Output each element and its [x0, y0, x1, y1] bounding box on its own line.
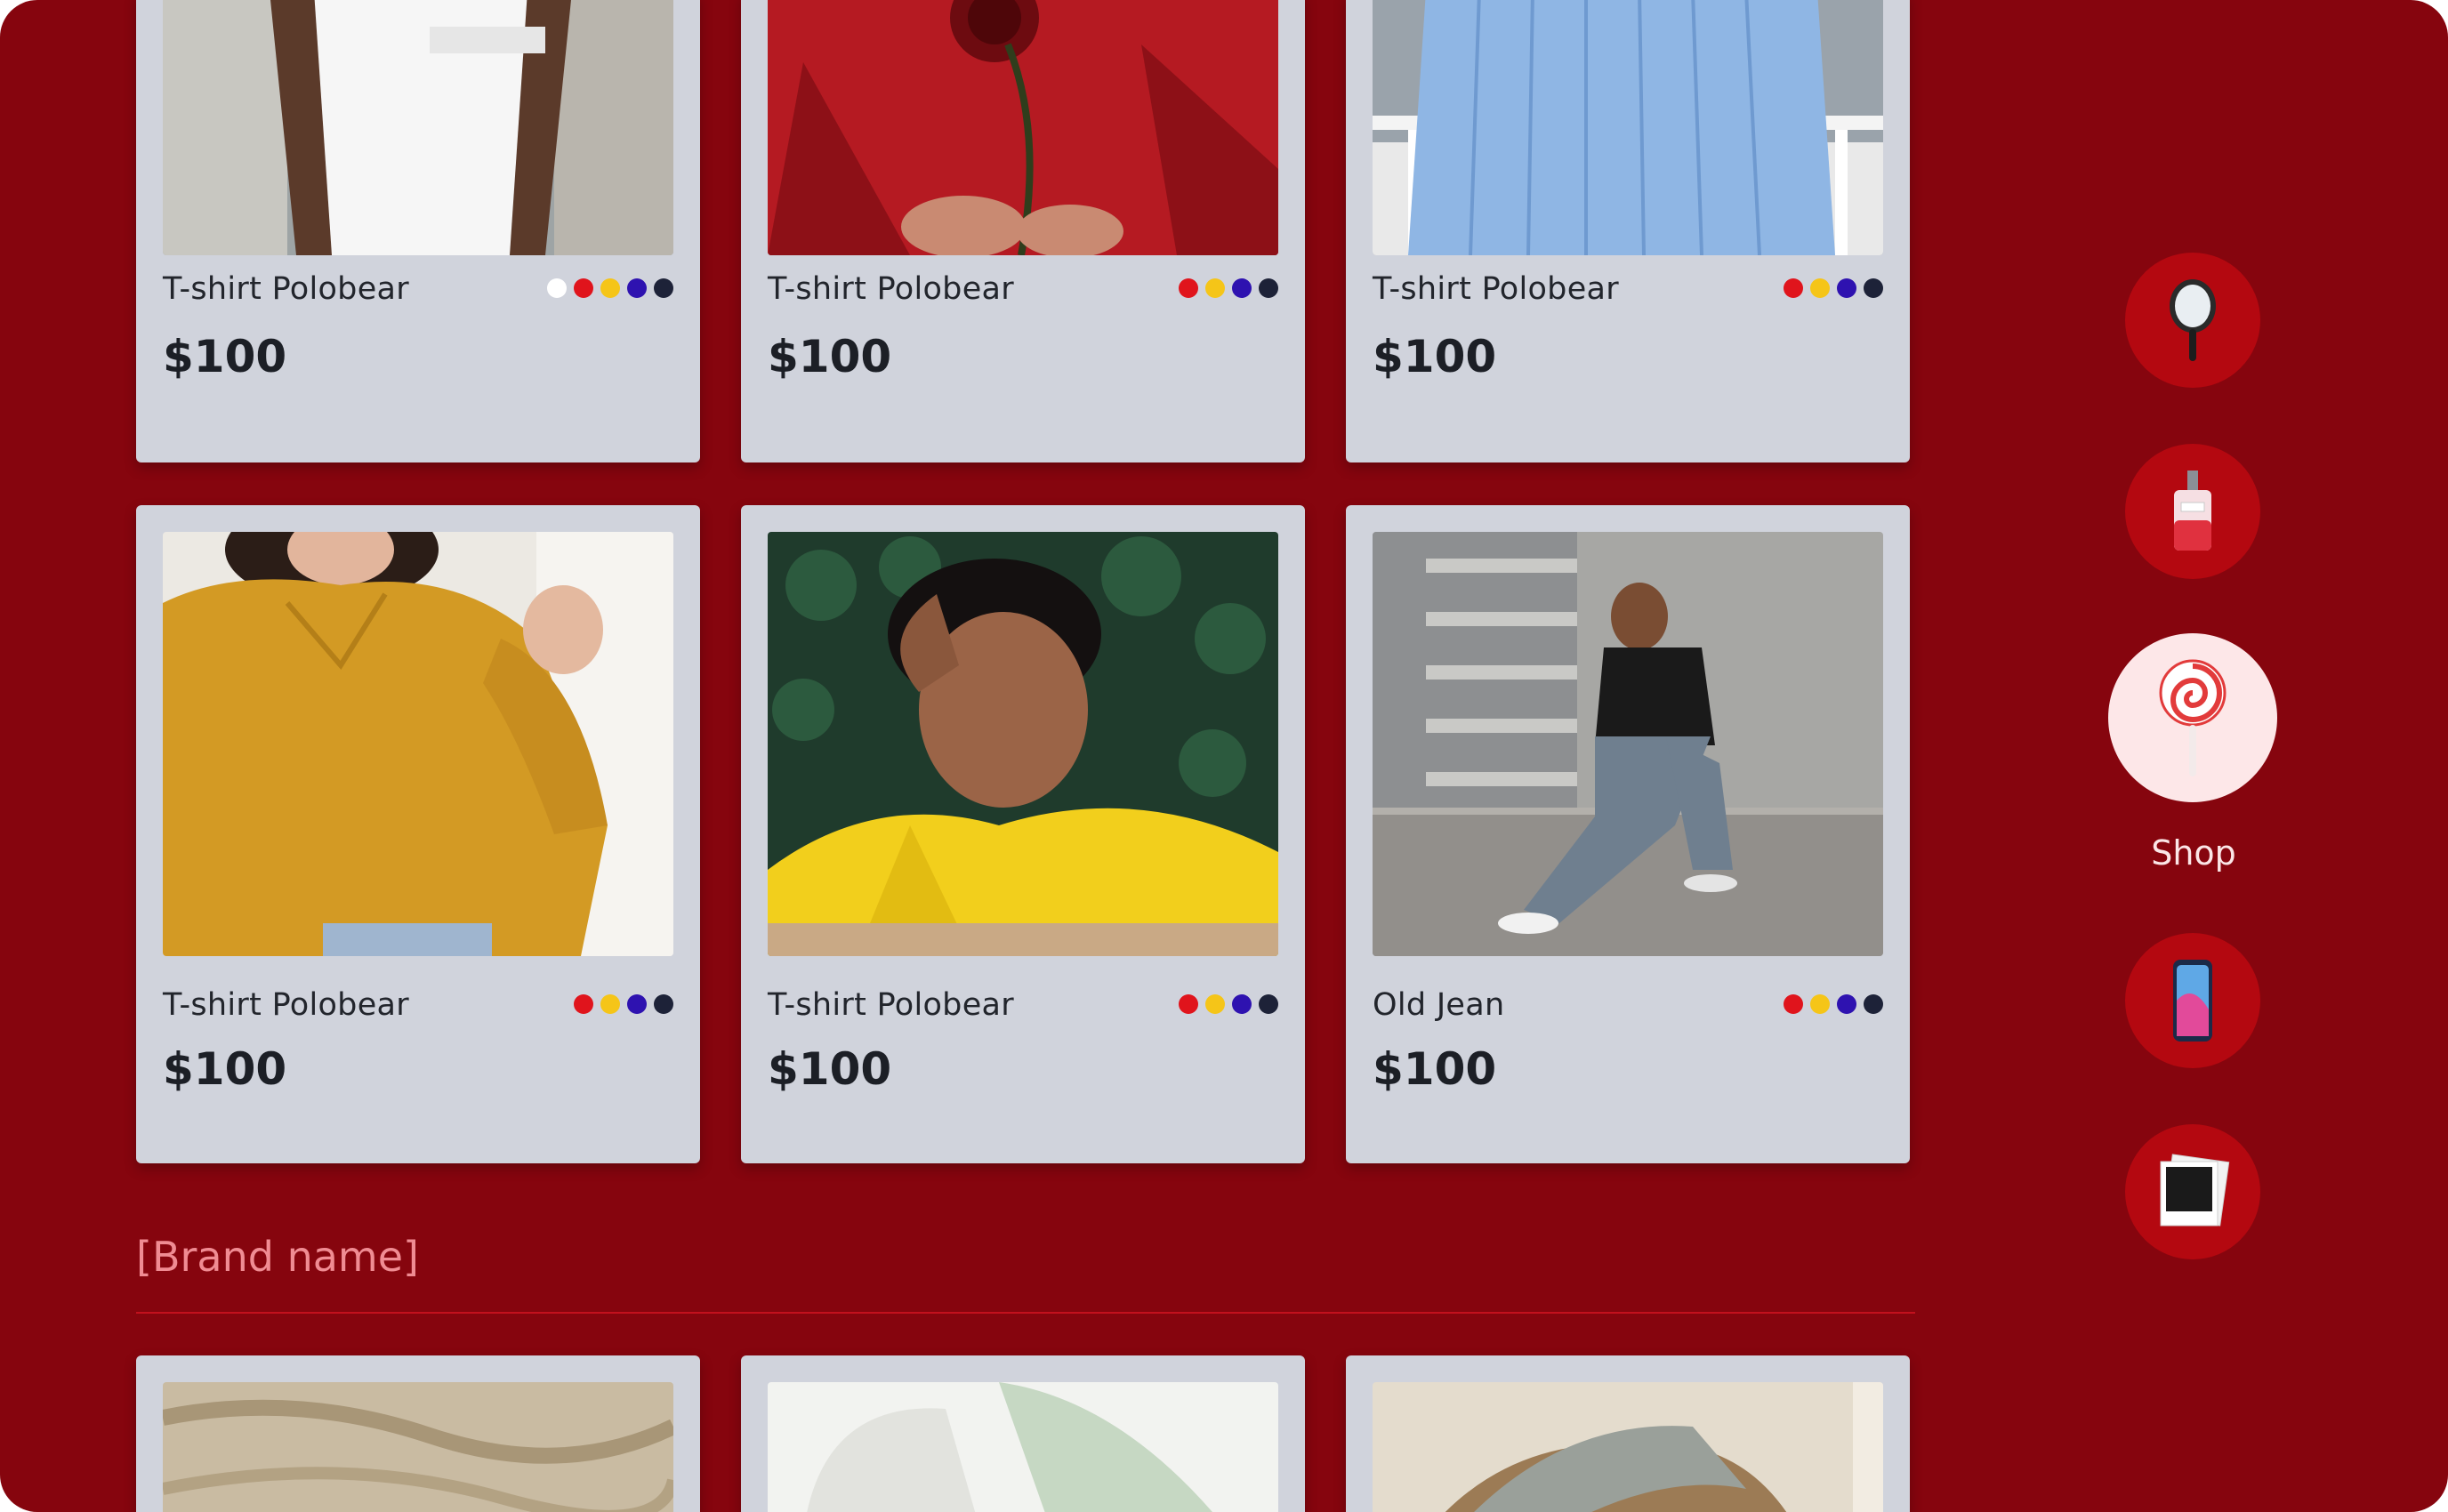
category-shop[interactable] — [2108, 633, 2277, 802]
color-swatch[interactable] — [547, 278, 567, 298]
product-card[interactable]: T-shirt Polobear $100 — [136, 505, 700, 1163]
product-price: $100 — [768, 1043, 892, 1095]
photos-icon — [2160, 1154, 2230, 1226]
product-price: $100 — [163, 1043, 287, 1095]
product-image — [163, 1382, 673, 1512]
product-card[interactable]: T-shirt Polobear $100 — [741, 505, 1305, 1163]
product-title[interactable]: T-shirt Polobear — [163, 987, 409, 1023]
color-swatch[interactable] — [1232, 278, 1252, 298]
color-swatch[interactable] — [1232, 994, 1252, 1014]
product-image — [163, 0, 673, 255]
color-swatch[interactable] — [1179, 994, 1198, 1014]
color-swatch[interactable] — [1837, 278, 1856, 298]
app-frame: T-shirt Polobear $100 T-shirt Polobear $… — [0, 0, 2448, 1512]
product-image — [1373, 0, 1883, 255]
product-card[interactable] — [136, 1355, 700, 1512]
color-swatch[interactable] — [1810, 278, 1830, 298]
color-swatch[interactable] — [627, 994, 647, 1014]
color-swatches[interactable] — [1784, 994, 1883, 1014]
product-price: $100 — [768, 331, 892, 382]
color-swatch[interactable] — [1205, 994, 1225, 1014]
category-perfume[interactable] — [2125, 444, 2260, 579]
product-image — [768, 532, 1278, 956]
color-swatch[interactable] — [654, 994, 673, 1014]
color-swatch[interactable] — [600, 994, 620, 1014]
product-title[interactable]: T-shirt Polobear — [1373, 271, 1619, 307]
color-swatch[interactable] — [1784, 278, 1803, 298]
section-divider — [136, 1312, 1915, 1314]
color-swatches[interactable] — [1784, 278, 1883, 298]
color-swatch[interactable] — [600, 278, 620, 298]
category-mirror[interactable] — [2125, 253, 2260, 388]
color-swatches[interactable] — [547, 278, 673, 298]
color-swatch[interactable] — [1810, 994, 1830, 1014]
perfume-icon — [2174, 470, 2211, 551]
product-card[interactable]: T-shirt Polobear $100 — [1346, 0, 1910, 462]
product-price: $100 — [163, 331, 287, 382]
product-image — [163, 532, 673, 956]
color-swatch[interactable] — [1864, 278, 1883, 298]
category-phone[interactable] — [2125, 933, 2260, 1068]
color-swatch[interactable] — [1259, 278, 1278, 298]
product-card[interactable]: T-shirt Polobear $100 — [741, 0, 1305, 462]
product-card[interactable] — [1346, 1355, 1910, 1512]
color-swatches[interactable] — [574, 994, 673, 1014]
product-title[interactable]: T-shirt Polobear — [768, 271, 1014, 307]
color-swatch[interactable] — [1179, 278, 1198, 298]
category-photos[interactable] — [2125, 1124, 2260, 1259]
product-card[interactable] — [741, 1355, 1305, 1512]
product-title[interactable]: T-shirt Polobear — [163, 271, 409, 307]
brand-section-title[interactable]: [Brand name] — [136, 1233, 419, 1281]
product-image — [1373, 532, 1883, 956]
product-price: $100 — [1373, 331, 1497, 382]
color-swatches[interactable] — [1179, 278, 1278, 298]
product-title[interactable]: Old Jean — [1373, 987, 1505, 1023]
product-card[interactable]: Old Jean $100 — [1346, 505, 1910, 1163]
color-swatch[interactable] — [654, 278, 673, 298]
product-card[interactable]: T-shirt Polobear $100 — [136, 0, 700, 462]
hand-mirror-icon — [2170, 279, 2216, 361]
phone-icon — [2173, 960, 2212, 1042]
color-swatch[interactable] — [627, 278, 647, 298]
lollipop-icon — [2159, 659, 2227, 776]
color-swatch[interactable] — [574, 994, 593, 1014]
product-image — [768, 0, 1278, 255]
product-title[interactable]: T-shirt Polobear — [768, 987, 1014, 1023]
color-swatch[interactable] — [1784, 994, 1803, 1014]
color-swatch[interactable] — [1259, 994, 1278, 1014]
category-label-shop: Shop — [2151, 833, 2236, 873]
color-swatches[interactable] — [1179, 994, 1278, 1014]
color-swatch[interactable] — [574, 278, 593, 298]
color-swatch[interactable] — [1864, 994, 1883, 1014]
color-swatch[interactable] — [1837, 994, 1856, 1014]
product-image — [768, 1382, 1278, 1512]
color-swatch[interactable] — [1205, 278, 1225, 298]
product-price: $100 — [1373, 1043, 1497, 1095]
product-image — [1373, 1382, 1883, 1512]
